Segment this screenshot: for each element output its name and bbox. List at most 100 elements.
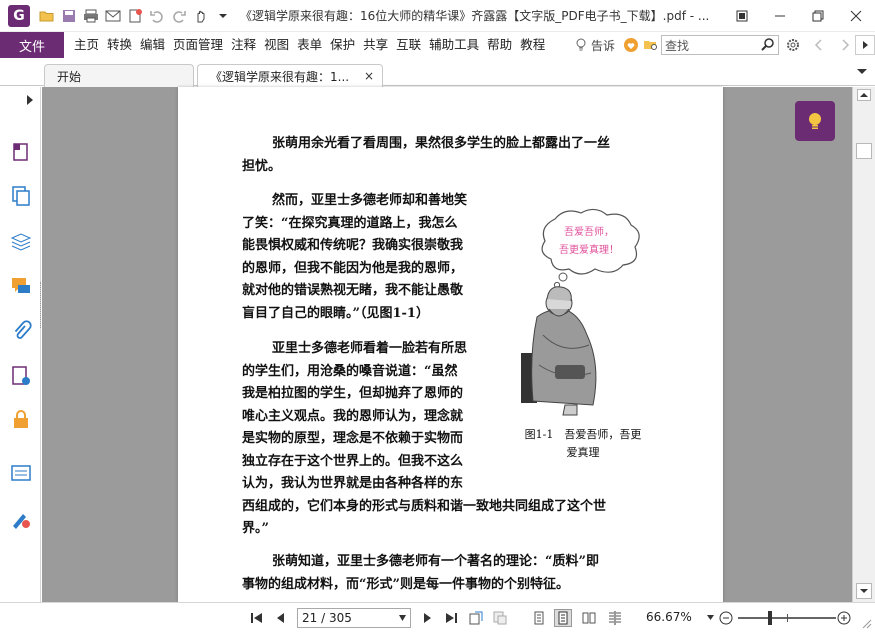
menu-help[interactable]: 帮助 — [483, 32, 516, 58]
security-icon[interactable] — [10, 407, 32, 431]
scroll-thumb[interactable] — [856, 143, 872, 159]
new-doc-icon[interactable] — [124, 5, 146, 27]
zoom-slider-tick — [787, 614, 788, 622]
thought-bubble: 吾爱吾师， 吾更爱真理！ — [541, 208, 640, 289]
vertical-scrollbar[interactable] — [852, 87, 875, 602]
tab-strip: 开始 《逻辑学原来很有趣：1... × — [0, 58, 875, 88]
menu-connect[interactable]: 互联 — [392, 32, 425, 58]
close-icon[interactable] — [837, 2, 875, 30]
window-title: 《逻辑学原来很有趣：16位大师的精华课》齐露露【文字版_PDF电子书_下载】.p… — [240, 9, 710, 23]
tab-list-chevron-icon[interactable] — [857, 66, 867, 76]
form-fields-icon[interactable] — [10, 461, 32, 485]
tips-bulb-button[interactable] — [795, 101, 835, 141]
restore-icon[interactable] — [799, 2, 837, 30]
continuous-page-icon[interactable] — [554, 609, 572, 627]
page-number-input[interactable]: 21 / 305 — [297, 608, 411, 628]
email-icon[interactable] — [102, 5, 124, 27]
certificate-icon[interactable] — [10, 507, 32, 531]
last-page-icon[interactable] — [442, 609, 460, 627]
app-logo-icon[interactable]: G — [8, 4, 30, 27]
navigation-panel — [0, 87, 41, 602]
tab-label: 《逻辑学原来很有趣：1... — [210, 70, 350, 84]
menu-comment[interactable]: 注释 — [227, 32, 260, 58]
tab-start[interactable]: 开始 — [44, 64, 194, 87]
minimize-icon[interactable] — [761, 2, 799, 30]
zoom-slider-knob[interactable] — [768, 611, 772, 625]
scroll-up-icon[interactable] — [857, 89, 871, 101]
zoom-dropdown-icon[interactable] — [707, 615, 714, 620]
text-line: 担忧。 — [242, 158, 282, 174]
tab-close-icon[interactable]: × — [364, 69, 374, 83]
expand-panel-icon[interactable] — [26, 95, 34, 105]
bubble-line-2: 吾更爱真理！ — [559, 243, 619, 256]
search-input[interactable]: 查找 — [661, 35, 779, 55]
bulb-icon[interactable] — [571, 35, 591, 55]
title-bar: G 《逻辑学原来很有趣：16位大师的精华课》齐露露【文字版_PDF电子书_下载】… — [0, 0, 875, 32]
menu-form[interactable]: 表单 — [293, 32, 326, 58]
save-icon[interactable] — [58, 5, 80, 27]
settings-icon[interactable] — [783, 35, 803, 55]
text-line: 的恩师，但我不能因为他是我的恩师， — [242, 260, 464, 276]
tab-document[interactable]: 《逻辑学原来很有趣：1... × — [197, 64, 383, 88]
text-line: 能畏惧权威和传统呢？我确实很崇敬我 — [242, 238, 464, 253]
menu-organize[interactable]: 页面管理 — [169, 32, 227, 58]
open-folder-icon[interactable] — [36, 5, 58, 27]
text-line: 界。” — [242, 521, 269, 536]
zoom-level[interactable]: 66.67% — [646, 610, 692, 624]
prev-page-icon[interactable] — [272, 609, 290, 627]
tell-me-label[interactable]: 告诉 — [591, 37, 615, 54]
quick-access-toolbar — [36, 5, 234, 27]
folder-search-icon[interactable] — [641, 35, 661, 55]
menu-tutorial[interactable]: 教程 — [516, 32, 549, 58]
menu-protect[interactable]: 保护 — [326, 32, 359, 58]
menu-share[interactable]: 共享 — [359, 32, 392, 58]
redo-icon[interactable] — [168, 5, 190, 27]
copy-pages-icon[interactable] — [10, 183, 32, 207]
menu-convert[interactable]: 转换 — [103, 32, 136, 58]
paragraph-1: 张萌用余光看了看周围，果然很多学生的脸上都露出了一丝 担忧。 — [242, 133, 662, 178]
comments-icon[interactable] — [10, 274, 32, 298]
next-page-icon[interactable] — [418, 609, 436, 627]
next-view-icon[interactable] — [491, 609, 509, 627]
scroll-down-button[interactable] — [856, 583, 872, 599]
file-menu-button[interactable]: 文件 — [0, 32, 64, 58]
forward-arrow-icon[interactable] — [835, 35, 855, 55]
facing-icon[interactable] — [580, 609, 598, 627]
bubble-line-1: 吾爱吾师， — [564, 225, 614, 238]
resize-grip-icon[interactable] — [862, 619, 872, 629]
pages-icon[interactable] — [10, 139, 32, 163]
lightbulb-icon — [809, 113, 821, 129]
page-dropdown-icon[interactable] — [399, 615, 406, 621]
text-line: 盲目了自己的眼睛。”（见图1-1） — [242, 305, 429, 321]
first-page-icon[interactable] — [248, 609, 266, 627]
caption-line: 爱真理 — [566, 446, 600, 459]
single-page-icon[interactable] — [530, 609, 548, 627]
scroll-facing-icon[interactable] — [606, 609, 624, 627]
hand-tool-icon[interactable] — [190, 5, 212, 27]
attachment-icon[interactable] — [10, 319, 32, 343]
zoom-in-icon[interactable] — [835, 609, 853, 627]
previous-view-icon[interactable] — [467, 609, 485, 627]
undo-icon[interactable] — [146, 5, 168, 27]
print-icon[interactable] — [80, 5, 102, 27]
expand-right-icon[interactable] — [855, 35, 875, 55]
ribbon-options-icon[interactable] — [723, 2, 761, 30]
tab-label: 开始 — [57, 69, 82, 84]
text-line: 认为，我认为世界就是由各种各样的东 — [242, 476, 464, 491]
back-arrow-icon[interactable] — [809, 35, 829, 55]
search-icon[interactable] — [760, 37, 776, 53]
menu-home[interactable]: 主页 — [70, 32, 103, 58]
signature-icon[interactable] — [10, 364, 32, 388]
text-line: 西组成的，它们本身的形式与质料和谐一致地共同组成了这个世 — [242, 498, 607, 514]
search-placeholder: 查找 — [665, 38, 690, 53]
document-viewport: 张萌用余光看了看周围，果然很多学生的脸上都露出了一丝 担忧。 然而，亚里士多德老… — [42, 87, 852, 602]
heart-icon[interactable] — [621, 35, 641, 55]
zoom-out-icon[interactable] — [717, 609, 735, 627]
menu-view[interactable]: 视图 — [260, 32, 293, 58]
menu-edit[interactable]: 编辑 — [136, 32, 169, 58]
ribbon-tabs: 主页 转换 编辑 页面管理 注释 视图 表单 保护 共享 互联 辅助工具 帮助 … — [70, 32, 549, 58]
chevron-down-icon[interactable] — [212, 5, 234, 27]
menu-accessibility[interactable]: 辅助工具 — [425, 32, 483, 58]
status-bar: 21 / 305 66.67% — [0, 602, 875, 632]
layers-icon[interactable] — [10, 229, 32, 253]
